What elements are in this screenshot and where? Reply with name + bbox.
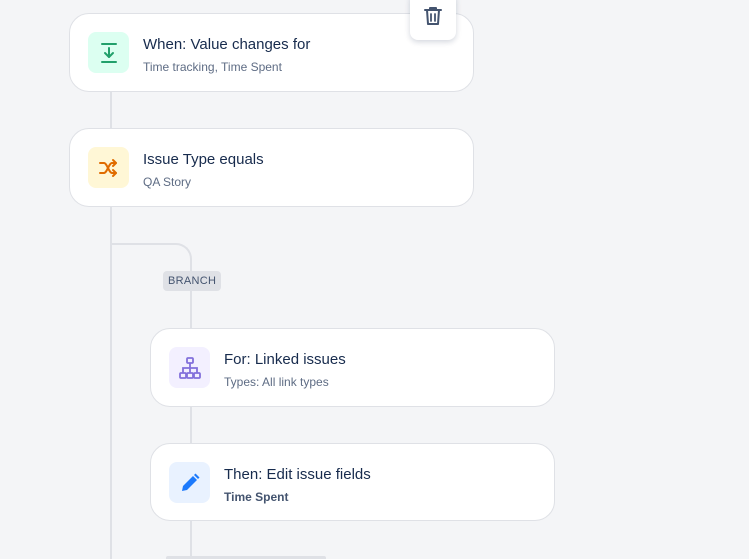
branch-for-icon-box bbox=[169, 347, 210, 388]
trigger-subtitle: Time tracking, Time Spent bbox=[143, 60, 282, 74]
branch-for-title: For: Linked issues bbox=[224, 351, 346, 368]
action-title: Then: Edit issue fields bbox=[224, 466, 371, 483]
action-icon-box bbox=[169, 462, 210, 503]
action-card[interactable]: Then: Edit issue fields Time Spent bbox=[150, 443, 555, 521]
shuffle-icon bbox=[98, 158, 117, 177]
connector-branch-1 bbox=[190, 405, 192, 445]
trash-icon bbox=[424, 7, 442, 25]
action-subtitle: Time Spent bbox=[224, 490, 289, 504]
connector-branch-2 bbox=[190, 519, 192, 559]
branch-for-card[interactable]: For: Linked issues Types: All link types bbox=[150, 328, 555, 407]
condition-icon-box bbox=[88, 147, 129, 188]
rule-canvas: When: Value changes for Time tracking, T… bbox=[0, 0, 749, 559]
branch-badge: BRANCH bbox=[163, 271, 222, 291]
condition-title: Issue Type equals bbox=[143, 151, 264, 168]
branch-for-subtitle: Types: All link types bbox=[224, 375, 329, 389]
pencil-icon bbox=[181, 473, 199, 491]
condition-subtitle: QA Story bbox=[143, 175, 192, 189]
trigger-title: When: Value changes for bbox=[143, 36, 311, 53]
value-change-icon bbox=[100, 42, 117, 63]
condition-card[interactable]: Issue Type equals QA Story bbox=[69, 128, 474, 207]
hierarchy-icon bbox=[178, 356, 201, 379]
trigger-icon-box bbox=[88, 32, 129, 73]
delete-button[interactable] bbox=[410, 0, 456, 40]
